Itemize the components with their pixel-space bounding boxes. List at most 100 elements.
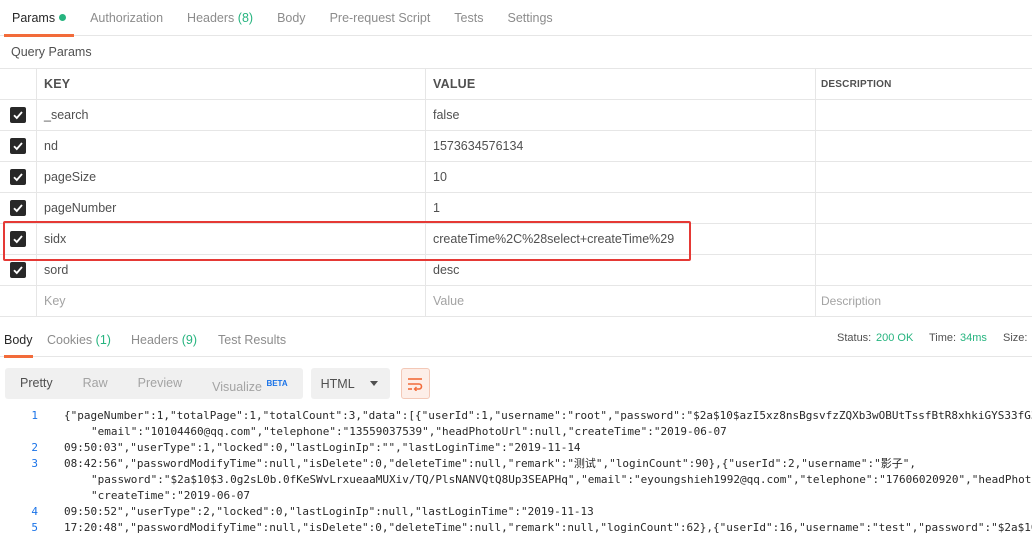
line-number: 1 [31,409,38,422]
code-line: 3 08:42:56","passwordModifyTime":null,"is… [0,456,1032,472]
response-tab-body[interactable]: Body [4,322,33,358]
line-number: 4 [31,505,38,518]
code-line-text: "password":"$2a$10$3.0g2sL0b.0fKeSWvLrxu… [91,473,1032,486]
response-body-code[interactable]: 1 {"pageNumber":1,"totalPage":1,"totalCou… [0,408,1032,536]
code-line-text: 17:20:48","passwordModifyTime":null,"isD… [64,521,1032,534]
time-label: Time: [929,332,957,344]
new-param-row: Key Value Description [0,286,1032,317]
param-key-field[interactable]: pageNumber [36,193,425,223]
check-icon [13,173,23,182]
param-row-highlighted: sidx createTime%2C%28select+createTime%2… [0,224,1032,255]
param-checkbox-cell [0,100,36,130]
new-value-input[interactable]: Value [425,286,815,316]
response-tab-cookies-label: Cookies [47,333,93,347]
param-row: nd 1573634576134 [0,131,1032,162]
param-key-field[interactable]: nd [36,131,425,161]
param-value-field[interactable]: 1573634576134 [425,131,815,161]
line-number: 5 [31,521,38,534]
param-value-field[interactable]: desc [425,255,815,285]
code-line-text: 09:50:52","userType":2,"locked":0,"lastL… [64,505,594,518]
visualize-label: Visualize [212,380,262,395]
param-value-field[interactable]: 1 [425,193,815,223]
status-value: 200 OK [876,322,913,355]
status-label: Status: [837,332,872,344]
param-checkbox-cell [0,193,36,223]
code-line-text: "email":"10104460@qq.com","telephone":"1… [91,425,727,438]
column-header-value: VALUE [425,69,815,99]
tab-pre-request-script[interactable]: Pre-request Script [318,0,443,36]
param-description-field[interactable] [815,224,1032,254]
tab-params[interactable]: Params [0,0,78,37]
code-line-text: 09:50:03","userType":1,"locked":0,"lastL… [64,441,581,454]
response-tab-cookies[interactable]: Cookies (1) [47,322,111,357]
time-value: 34ms [960,322,987,355]
new-key-input[interactable]: Key [36,286,425,316]
table-header-row: KEY VALUE DESCRIPTION [0,68,1032,100]
tab-params-label: Params [12,10,56,25]
check-icon [13,204,23,213]
tab-headers[interactable]: Headers (8) [175,0,265,36]
check-icon [13,111,23,120]
param-key-field[interactable]: sidx [36,224,425,254]
response-tab-headers[interactable]: Headers (9) [131,322,197,357]
param-key-field[interactable]: _search [36,100,425,130]
param-row: pageNumber 1 [0,193,1032,224]
tab-headers-label: Headers [187,10,235,25]
param-checkbox[interactable] [10,262,26,278]
param-value-field[interactable]: createTime%2C%28select+createTime%29 [425,224,815,254]
response-tab-test-results[interactable]: Test Results [218,322,286,357]
code-line-text: {"pageNumber":1,"totalPage":1,"totalCoun… [64,409,1032,422]
time-value-text: 34ms [960,332,987,344]
wrap-lines-button[interactable] [400,368,430,399]
param-key-field[interactable]: pageSize [36,162,425,192]
status-value-text: 200 OK [876,332,914,344]
param-description-field[interactable] [815,193,1032,223]
pretty-button[interactable]: Pretty [5,368,68,399]
preview-button[interactable]: Preview [123,368,197,399]
visualize-button[interactable]: Visualize BETA [197,368,302,399]
column-header-description: DESCRIPTION [815,69,1032,99]
format-select-value: HTML [320,376,355,391]
param-checkbox-cell [0,131,36,161]
param-value-field[interactable]: 10 [425,162,815,192]
param-description-field[interactable] [815,162,1032,192]
param-value-field[interactable]: false [425,100,815,130]
tab-tests[interactable]: Tests [442,0,495,36]
param-description-field[interactable] [815,255,1032,285]
tab-authorization[interactable]: Authorization [78,0,175,36]
new-description-input[interactable]: Description [815,286,1032,316]
chevron-down-icon [369,381,378,386]
tab-body[interactable]: Body [265,0,318,36]
code-line: "email":"10104460@qq.com","telephone":"1… [0,424,1032,440]
beta-badge: BETA [266,379,288,388]
param-checkbox[interactable] [10,169,26,185]
header-check-cell [0,69,36,99]
check-icon [13,142,23,151]
code-line: "createTime":"2019-06-07 [0,488,1032,504]
param-description-field[interactable] [815,100,1032,130]
param-checkbox[interactable] [10,231,26,247]
params-active-dot [59,13,67,21]
param-checkbox-cell [0,162,36,192]
check-icon [13,266,23,275]
tab-pre-request-script-label: Pre-request Script [329,10,431,25]
response-tabs: Body Cookies (1) Headers (9) Test Result… [0,322,1032,358]
param-row: sord desc [0,255,1032,286]
raw-button[interactable]: Raw [68,368,123,399]
param-key-field[interactable]: sord [36,255,425,285]
format-select[interactable]: HTML [310,368,390,399]
view-mode-group: Pretty Raw Preview Visualize BETA [5,368,303,399]
param-checkbox[interactable] [10,200,26,216]
query-params-table: KEY VALUE DESCRIPTION _search false nd 1… [0,68,1032,317]
query-params-title: Query Params [11,45,92,59]
param-description-field[interactable] [815,131,1032,161]
param-checkbox[interactable] [10,107,26,123]
param-checkbox[interactable] [10,138,26,154]
new-param-check-cell [0,286,36,316]
tab-body-label: Body [277,10,306,25]
param-row: _search false [0,100,1032,131]
tab-settings[interactable]: Settings [495,0,564,36]
tab-authorization-label: Authorization [90,10,164,25]
size-label: Size: [1003,332,1028,344]
tab-headers-count: (8) [237,10,254,25]
